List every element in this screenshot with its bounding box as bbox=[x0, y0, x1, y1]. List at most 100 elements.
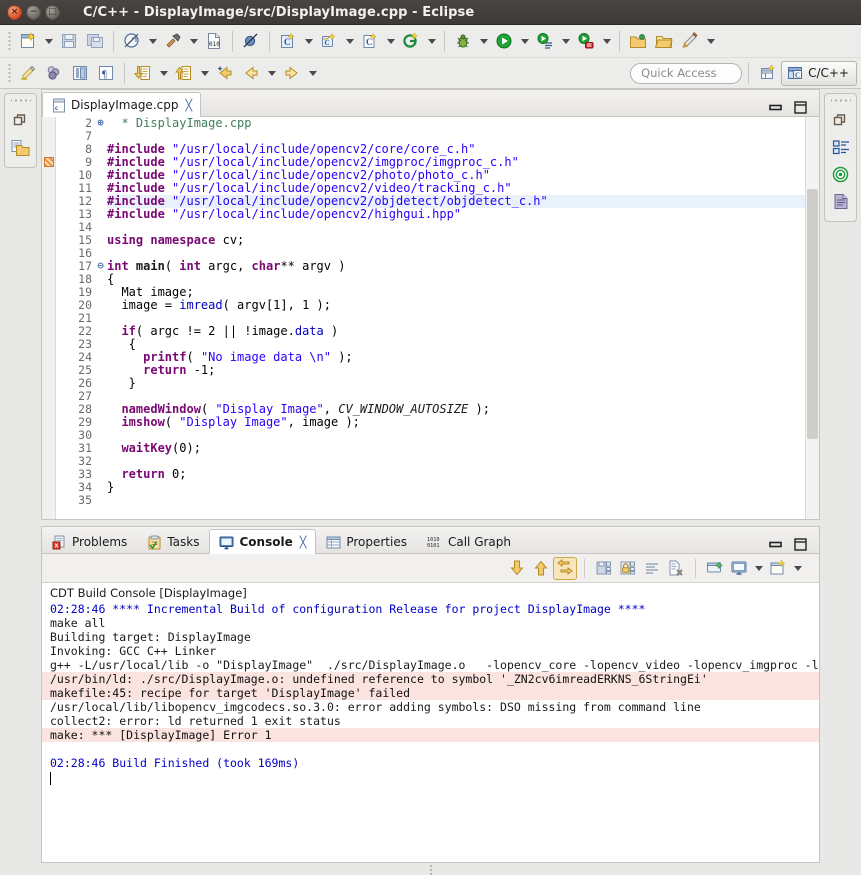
previous-annotation-dropdown[interactable] bbox=[197, 61, 212, 86]
toolbar-grip[interactable] bbox=[6, 31, 13, 51]
run-button[interactable] bbox=[491, 29, 517, 54]
open-element-dropdown[interactable] bbox=[424, 29, 439, 54]
code-line[interactable]: image = imread( argv[1], 1 ); bbox=[107, 299, 819, 312]
scroll-to-top-button[interactable] bbox=[529, 557, 553, 580]
edit-dropdown[interactable] bbox=[703, 29, 718, 54]
new-c-file-button[interactable]: C bbox=[357, 29, 383, 54]
editor-marker-column[interactable] bbox=[42, 117, 56, 519]
new-button[interactable] bbox=[15, 29, 41, 54]
clear-console-button[interactable] bbox=[640, 557, 664, 580]
save-console-button[interactable] bbox=[592, 557, 616, 580]
next-annotation-dropdown[interactable] bbox=[156, 61, 171, 86]
editor-source-code[interactable]: * DisplayImage.cpp #include "/usr/local/… bbox=[107, 117, 819, 519]
window-minimize-button[interactable]: − bbox=[26, 4, 41, 20]
fold-toggle-icon[interactable]: ⊕ bbox=[95, 117, 106, 129]
sidebar-item-task-list[interactable] bbox=[827, 188, 854, 215]
pin-console-button[interactable] bbox=[616, 557, 640, 580]
open-perspective-button[interactable] bbox=[755, 61, 781, 86]
highlight-button[interactable] bbox=[15, 61, 41, 86]
profile-button[interactable] bbox=[573, 29, 599, 54]
code-line[interactable]: return 0; bbox=[107, 468, 819, 481]
rail-grip[interactable] bbox=[830, 97, 851, 104]
profile-dropdown[interactable] bbox=[599, 29, 614, 54]
sidebar-item-make-target[interactable] bbox=[827, 161, 854, 188]
scrollbar-thumb[interactable] bbox=[807, 189, 818, 439]
display-console-button[interactable] bbox=[727, 557, 751, 580]
save-button[interactable] bbox=[56, 29, 82, 54]
code-editor-area[interactable]: 2 7 8 9 10 11 12 13 14 15 16 17 18 19 20 21 22 23 24 25 26 27… bbox=[42, 117, 819, 519]
forward-dropdown[interactable] bbox=[305, 61, 320, 86]
back-button[interactable] bbox=[238, 61, 264, 86]
code-line[interactable]: using namespace cv; bbox=[107, 234, 819, 247]
previous-annotation-button[interactable] bbox=[171, 61, 197, 86]
scroll-lock-button[interactable] bbox=[553, 556, 577, 580]
restore-right-panel-button[interactable] bbox=[827, 107, 854, 134]
build-button[interactable] bbox=[160, 29, 186, 54]
quick-access-input[interactable]: Quick Access bbox=[630, 62, 743, 84]
run-external-tools-button[interactable] bbox=[532, 29, 558, 54]
console-output[interactable]: CDT Build Console [DisplayImage] 02:28:4… bbox=[42, 583, 819, 862]
code-line[interactable]: } bbox=[107, 377, 819, 390]
new-console-view-button[interactable] bbox=[766, 557, 790, 580]
new-folder-button[interactable] bbox=[625, 29, 651, 54]
last-edit-location-button[interactable] bbox=[212, 61, 238, 86]
tab-call-graph[interactable]: 1010 0101 Call Graph bbox=[417, 529, 521, 554]
tab-tasks[interactable]: Tasks bbox=[137, 529, 209, 554]
console-maximize-button[interactable] bbox=[794, 538, 807, 551]
editor-maximize-button[interactable] bbox=[794, 101, 807, 114]
toolbar-grip[interactable] bbox=[6, 63, 13, 83]
window-maximize-button[interactable]: □ bbox=[45, 4, 60, 20]
show-whitespace-button[interactable]: ¶ bbox=[93, 61, 119, 86]
back-dropdown[interactable] bbox=[264, 61, 279, 86]
debug-dropdown[interactable] bbox=[476, 29, 491, 54]
restore-left-panel-button[interactable] bbox=[7, 107, 34, 134]
rail-grip[interactable] bbox=[10, 97, 31, 104]
editor-vertical-scrollbar[interactable] bbox=[805, 117, 819, 519]
code-line[interactable]: if( argc != 2 || !image.data ) bbox=[107, 325, 819, 338]
edit-button[interactable] bbox=[677, 29, 703, 54]
new-c-project-dropdown[interactable] bbox=[342, 29, 357, 54]
open-element-button[interactable] bbox=[398, 29, 424, 54]
fold-toggle-icon[interactable]: ⊖ bbox=[95, 260, 106, 272]
forward-button[interactable] bbox=[279, 61, 305, 86]
next-annotation-button[interactable] bbox=[130, 61, 156, 86]
code-line[interactable] bbox=[107, 429, 819, 442]
skip-breakpoints-button[interactable] bbox=[238, 29, 264, 54]
tab-properties[interactable]: Properties bbox=[316, 529, 417, 554]
toggle-block-selection-button[interactable] bbox=[67, 61, 93, 86]
run-external-dropdown[interactable] bbox=[558, 29, 573, 54]
open-console-button[interactable] bbox=[703, 557, 727, 580]
tab-problems[interactable]: x Problems bbox=[42, 529, 137, 554]
code-line[interactable]: { bbox=[107, 273, 819, 286]
bottom-resize-grip[interactable] bbox=[0, 863, 861, 875]
new-dropdown[interactable] bbox=[41, 29, 56, 54]
perspective-cpp-button[interactable]: C C/C++ bbox=[781, 60, 857, 86]
scroll-to-bottom-button[interactable] bbox=[505, 557, 529, 580]
occurrence-marker[interactable] bbox=[44, 157, 54, 167]
new-c-file-dropdown[interactable] bbox=[383, 29, 398, 54]
open-folder-button[interactable] bbox=[651, 29, 677, 54]
sidebar-item-project-explorer[interactable] bbox=[7, 134, 34, 161]
console-minimize-button[interactable] bbox=[769, 538, 782, 551]
code-line[interactable]: return -1; bbox=[107, 364, 819, 377]
new-c-class-button[interactable]: C bbox=[275, 29, 301, 54]
code-line[interactable]: * DisplayImage.cpp bbox=[107, 117, 819, 130]
save-all-button[interactable] bbox=[82, 29, 108, 54]
remove-console-button[interactable] bbox=[664, 557, 688, 580]
build-dropdown[interactable] bbox=[186, 29, 201, 54]
editor-minimize-button[interactable] bbox=[769, 101, 782, 114]
code-line[interactable]: } bbox=[107, 481, 819, 494]
sidebar-item-outline[interactable] bbox=[827, 134, 854, 161]
editor-folding-column[interactable]: ⊕ ⊖ bbox=[94, 117, 107, 519]
new-c-class-dropdown[interactable] bbox=[301, 29, 316, 54]
tab-displayimage-cpp[interactable]: c DisplayImage.cpp ╳ bbox=[42, 92, 202, 117]
tab-close-icon[interactable]: ╳ bbox=[300, 536, 307, 549]
code-line[interactable]: #include "/usr/local/include/opencv2/hig… bbox=[107, 208, 819, 221]
binary-button[interactable]: 010 bbox=[201, 29, 227, 54]
new-c-project-button[interactable]: C bbox=[316, 29, 342, 54]
run-dropdown[interactable] bbox=[517, 29, 532, 54]
code-line[interactable]: waitKey(0); bbox=[107, 442, 819, 455]
display-console-dropdown[interactable] bbox=[751, 556, 766, 581]
code-line[interactable] bbox=[107, 494, 819, 507]
window-close-button[interactable]: × bbox=[7, 4, 22, 20]
